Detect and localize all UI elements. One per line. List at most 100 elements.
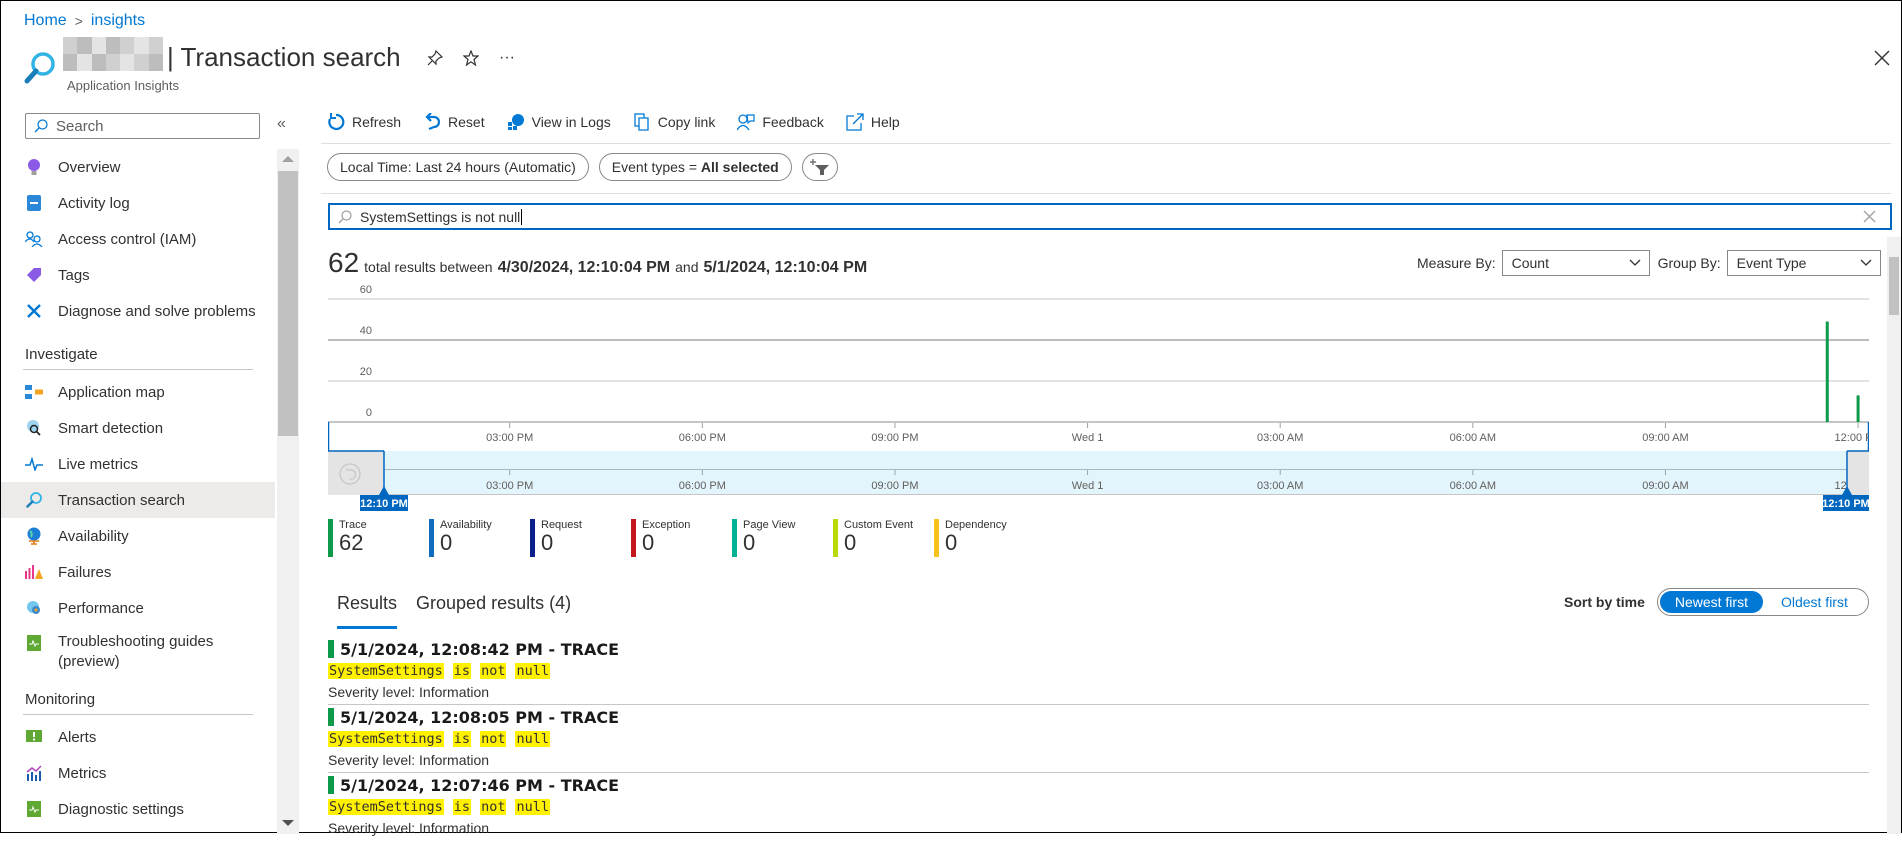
sidebar-item-failures[interactable]: Failures [1, 554, 275, 590]
highlight-term: is [452, 798, 472, 815]
event-type-card[interactable]: Dependency 0 [934, 519, 1035, 559]
sidebar-item-availability[interactable]: Availability [1, 518, 275, 554]
scroll-up-icon[interactable] [282, 156, 294, 162]
sidebar-search-input[interactable]: Search [25, 113, 260, 139]
overview-x-tick-label: 03:00 AM [1257, 480, 1303, 492]
result-title: 5/1/2024, 12:08:42 PM - TRACE [340, 639, 620, 659]
diagnostic-icon [25, 800, 43, 818]
sort-oldest-first[interactable]: Oldest first [1763, 591, 1866, 613]
page-subtitle: Application Insights [67, 78, 180, 93]
event-types-filter[interactable]: Event types = All selected [598, 153, 792, 181]
add-filter-button[interactable] [801, 153, 838, 181]
copy-link-button[interactable]: Copy link [633, 113, 715, 131]
sort-newest-first[interactable]: Newest first [1659, 591, 1763, 613]
undo-icon [425, 113, 441, 131]
chevron-down-icon [1629, 259, 1641, 266]
event-type-card[interactable]: Request 0 [530, 519, 631, 559]
event-type-card[interactable]: Custom Event 0 [833, 519, 934, 559]
refresh-button[interactable]: Refresh [327, 113, 401, 131]
event-type-count: 0 [945, 530, 958, 555]
y-tick-label: 0 [366, 407, 372, 419]
tab-results[interactable]: Results [337, 593, 398, 629]
sidebar-item-diagnostic-settings[interactable]: Diagnostic settings [1, 791, 275, 827]
sidebar-item-diagnose[interactable]: Diagnose and solve problems [1, 293, 275, 329]
help-button[interactable]: Help [846, 113, 900, 131]
event-type-card[interactable]: Page View 0 [732, 519, 833, 559]
more-options-icon[interactable]: ··· [499, 49, 515, 67]
measure-by-dropdown[interactable]: Count [1501, 250, 1650, 276]
sidebar-group-investigate: Investigate [25, 346, 98, 363]
sidebar-item-transaction-search[interactable]: Transaction search [1, 482, 275, 518]
result-severity: Severity level: Information [328, 684, 490, 700]
event-type-count: 0 [541, 530, 554, 555]
collapse-sidebar-button[interactable]: « [277, 115, 286, 133]
scrollbar-thumb[interactable] [278, 171, 298, 436]
search-query-input[interactable]: SystemSettings is not null [328, 203, 1892, 230]
trace-color-marker [328, 708, 334, 726]
sidebar-item-application-map[interactable]: Application map [1, 374, 275, 410]
guide-icon [25, 634, 43, 652]
scrollbar-thumb[interactable] [1889, 257, 1899, 315]
result-message: SystemSettings is not null [328, 728, 1869, 749]
x-tick-label: 09:00 AM [1642, 432, 1688, 444]
sidebar-item-alerts[interactable]: Alerts [1, 719, 275, 755]
event-count-chart[interactable]: 0 20 40 60 03:00 PM 03:00 PM 06:00 PM 06:00 PM 0… [328, 281, 1869, 511]
sidebar-item-tags[interactable]: Tags [1, 257, 275, 293]
result-row[interactable]: 5/1/2024, 12:07:46 PM - TRACE SystemSetti… [328, 773, 1869, 841]
event-color-bar [833, 519, 838, 557]
event-type-count: 0 [440, 530, 453, 555]
chart-bar [1825, 321, 1829, 422]
sidebar-item-live-metrics[interactable]: Live metrics [1, 446, 275, 482]
sidebar-item-smart-detection[interactable]: Smart detection [1, 410, 275, 446]
sidebar-nav: Overview Activity log Access control (IA… [1, 149, 275, 827]
breadcrumb-insights[interactable]: insights [91, 12, 145, 30]
command-bar: Refresh Reset View in Logs Copy link Fee… [327, 113, 900, 131]
feedback-button[interactable]: Feedback [737, 113, 824, 131]
breadcrumb-home[interactable]: Home [24, 12, 67, 30]
event-type-card[interactable]: Trace 62 [328, 519, 429, 559]
performance-icon [25, 599, 43, 617]
pin-icon[interactable] [427, 50, 443, 66]
clear-icon[interactable] [1863, 210, 1876, 223]
sidebar-item-metrics[interactable]: Metrics [1, 755, 275, 791]
time-range-filter[interactable]: Local Time: Last 24 hours (Automatic) [327, 153, 589, 181]
sidebar-item-access-control[interactable]: Access control (IAM) [1, 221, 275, 257]
y-tick-label: 60 [360, 284, 372, 296]
sidebar-item-overview[interactable]: Overview [1, 149, 275, 185]
view-in-logs-button[interactable]: View in Logs [507, 113, 611, 131]
group-by-dropdown[interactable]: Event Type [1726, 250, 1881, 276]
main-scrollbar[interactable] [1887, 237, 1901, 834]
highlight-term: SystemSettings [328, 798, 444, 815]
search-query-value: SystemSettings is not null [360, 208, 521, 225]
page-title: | Transaction search [167, 42, 401, 72]
star-icon[interactable] [463, 50, 479, 66]
event-type-card[interactable]: Availability 0 [429, 519, 530, 559]
scroll-down-icon[interactable] [282, 820, 294, 826]
event-color-bar [530, 519, 535, 557]
result-title: 5/1/2024, 12:07:46 PM - TRACE [340, 775, 620, 795]
brush-end-label: 12:10 PM [1822, 498, 1869, 510]
result-row[interactable]: 5/1/2024, 12:08:05 PM - TRACE SystemSetti… [328, 705, 1869, 773]
result-row[interactable]: 5/1/2024, 12:08:42 PM - TRACE SystemSetti… [328, 637, 1869, 705]
total-count: 62 [328, 247, 360, 278]
event-color-bar [732, 519, 737, 557]
highlight-term: is [452, 730, 472, 747]
wrench-icon [25, 302, 43, 320]
sidebar-item-troubleshooting-guides[interactable]: Troubleshooting guides (preview) [1, 626, 275, 674]
reset-button[interactable]: Reset [423, 113, 485, 131]
text-caret [521, 208, 523, 225]
sidebar-scrollbar[interactable] [277, 149, 299, 834]
search-icon [24, 52, 55, 84]
result-message: SystemSettings is not null [328, 796, 1869, 817]
event-color-bar [631, 519, 636, 557]
sidebar-search-placeholder: Search [56, 117, 104, 135]
highlight-term: not [480, 730, 507, 747]
activity-log-icon [25, 194, 43, 212]
event-type-card[interactable]: Exception 0 [631, 519, 732, 559]
chevron-down-icon [1860, 259, 1872, 266]
sidebar-item-activity-log[interactable]: Activity log [1, 185, 275, 221]
divider [321, 143, 1891, 144]
tab-grouped-results[interactable]: Grouped results (4) [416, 593, 571, 629]
close-icon[interactable] [1873, 49, 1891, 67]
sidebar-item-performance[interactable]: Performance [1, 590, 275, 626]
